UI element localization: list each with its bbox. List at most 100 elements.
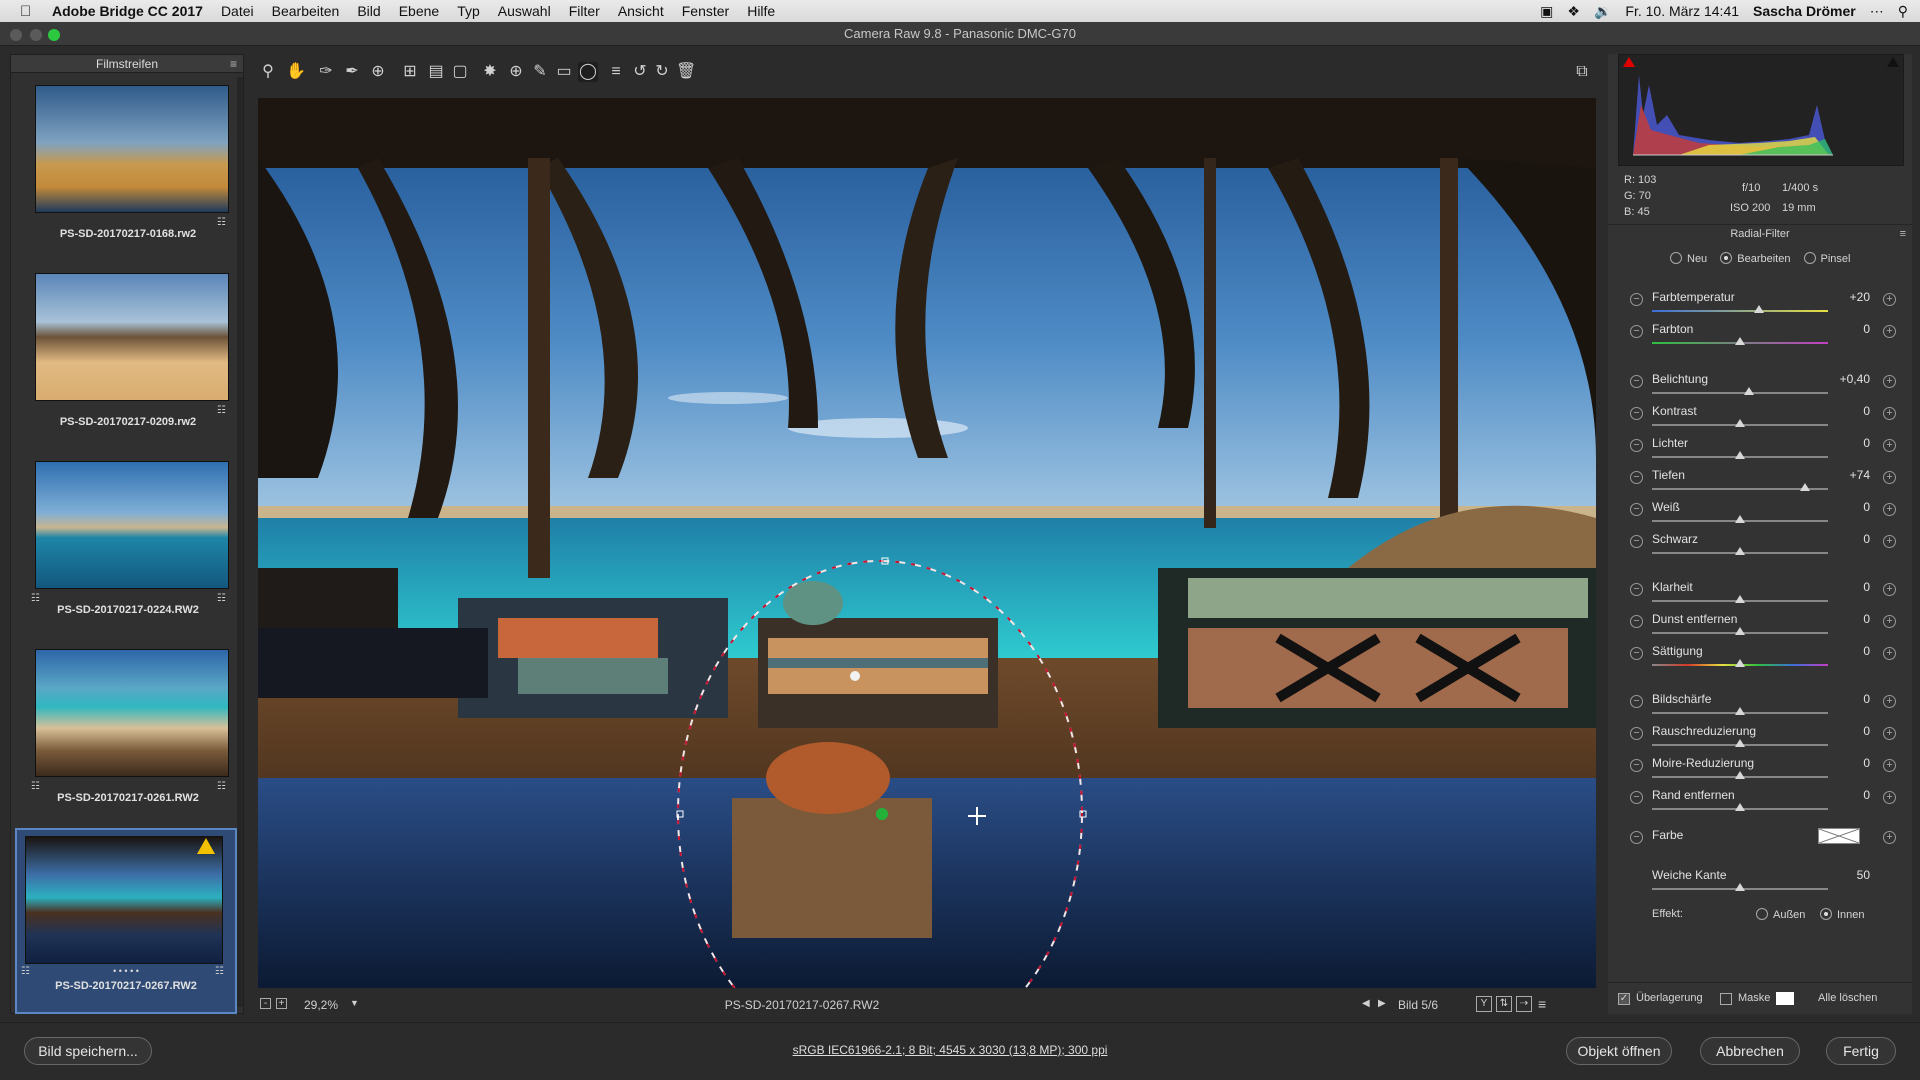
belichtung-value[interactable]: +0,40 bbox=[1830, 372, 1870, 386]
lichter-plus-button[interactable]: + bbox=[1883, 439, 1896, 452]
menu-ansicht[interactable]: Ansicht bbox=[618, 3, 664, 19]
farbtemperatur-minus-button[interactable]: − bbox=[1630, 293, 1643, 306]
dunst-entfernen-thumb[interactable] bbox=[1735, 627, 1745, 635]
mask-checkbox[interactable] bbox=[1720, 993, 1732, 1005]
rauschreduzierung-minus-button[interactable]: − bbox=[1630, 727, 1643, 740]
zoom-out-icon[interactable]: - bbox=[260, 998, 271, 1009]
before-after-icon[interactable]: Y bbox=[1476, 996, 1492, 1012]
more-icon[interactable]: ⋯ bbox=[1870, 3, 1884, 20]
clear-all-button[interactable]: Alle löschen bbox=[1818, 992, 1877, 1004]
graduated-filter-icon[interactable]: ▭ bbox=[554, 62, 574, 82]
klarheit-plus-button[interactable]: + bbox=[1883, 583, 1896, 596]
feather-thumb[interactable] bbox=[1735, 883, 1745, 891]
swap-settings-icon[interactable]: ⇅ bbox=[1496, 996, 1512, 1012]
tiefen-minus-button[interactable]: − bbox=[1630, 471, 1643, 484]
filmstrip-item[interactable]: ☷ ☷ PS-SD-20170217-0261.RW2 bbox=[15, 639, 235, 823]
rating-dots[interactable]: • • • • • bbox=[17, 966, 235, 976]
s-ttigung-minus-button[interactable]: − bbox=[1630, 647, 1643, 660]
klarheit-thumb[interactable] bbox=[1735, 595, 1745, 603]
radio-bearbeiten[interactable] bbox=[1720, 252, 1733, 264]
done-button[interactable]: Fertig bbox=[1826, 1037, 1896, 1065]
next-image-icon[interactable]: ▶ bbox=[1378, 998, 1386, 1009]
zoom-icon[interactable]: ⚲ bbox=[258, 62, 278, 82]
menu-hilfe[interactable]: Hilfe bbox=[747, 3, 775, 19]
menu-fenster[interactable]: Fenster bbox=[682, 3, 729, 19]
transform-icon[interactable]: ▢ bbox=[450, 62, 470, 82]
wei--value[interactable]: 0 bbox=[1830, 500, 1870, 514]
menu-typ[interactable]: Typ bbox=[457, 3, 480, 19]
rand-entfernen-minus-button[interactable]: − bbox=[1630, 791, 1643, 804]
filmstrip-item[interactable]: ☷ PS-SD-20170217-0168.rw2 bbox=[15, 75, 235, 259]
radial-filter-icon[interactable]: ◯ bbox=[578, 62, 598, 82]
kontrast-minus-button[interactable]: − bbox=[1630, 407, 1643, 420]
filmstrip-item[interactable]: ☷ PS-SD-20170217-0209.rw2 bbox=[15, 263, 235, 447]
rand-entfernen-value[interactable]: 0 bbox=[1830, 788, 1870, 802]
moire-reduzierung-thumb[interactable] bbox=[1735, 771, 1745, 779]
fullscreen-icon[interactable]: ⧉ bbox=[1572, 62, 1592, 82]
lichter-thumb[interactable] bbox=[1735, 451, 1745, 459]
farbton-thumb[interactable] bbox=[1735, 337, 1745, 345]
lichter-minus-button[interactable]: − bbox=[1630, 439, 1643, 452]
user-name[interactable]: Sascha Drömer bbox=[1753, 3, 1856, 19]
farbton-value[interactable]: 0 bbox=[1830, 322, 1870, 336]
belichtung-minus-button[interactable]: − bbox=[1630, 375, 1643, 388]
feather-value[interactable]: 50 bbox=[1830, 868, 1870, 882]
apple-icon[interactable]:  bbox=[20, 3, 42, 20]
bildsch-rfe-plus-button[interactable]: + bbox=[1883, 695, 1896, 708]
targeted-adjustment-icon[interactable]: ⊕ bbox=[368, 62, 388, 82]
filmstrip-scrollbar[interactable] bbox=[237, 77, 243, 1007]
kontrast-value[interactable]: 0 bbox=[1830, 404, 1870, 418]
belichtung-track[interactable] bbox=[1652, 392, 1828, 394]
rand-entfernen-plus-button[interactable]: + bbox=[1883, 791, 1896, 804]
effect-innen[interactable]: Innen bbox=[1820, 908, 1865, 921]
zoom-level[interactable]: 29,2% bbox=[304, 998, 338, 1012]
tiefen-value[interactable]: +74 bbox=[1830, 468, 1870, 482]
preferences-icon[interactable]: ≡ bbox=[606, 62, 626, 82]
rotate-right-icon[interactable]: ↻ bbox=[652, 62, 672, 82]
menu-datei[interactable]: Datei bbox=[221, 3, 254, 19]
moire-reduzierung-value[interactable]: 0 bbox=[1830, 756, 1870, 770]
image-preview[interactable] bbox=[258, 98, 1596, 988]
volume-icon[interactable]: 🔉 bbox=[1594, 3, 1611, 20]
bildsch-rfe-thumb[interactable] bbox=[1735, 707, 1745, 715]
color-sampler-icon[interactable]: ✒ bbox=[342, 62, 362, 82]
shadow-clipping-icon[interactable] bbox=[1623, 57, 1635, 67]
schwarz-minus-button[interactable]: − bbox=[1630, 535, 1643, 548]
mode-pinsel[interactable]: Pinsel bbox=[1803, 252, 1851, 265]
schwarz-thumb[interactable] bbox=[1735, 547, 1745, 555]
radio-neu[interactable] bbox=[1670, 252, 1682, 264]
menu-bearbeiten[interactable]: Bearbeiten bbox=[272, 3, 340, 19]
workflow-options-link[interactable]: sRGB IEC61966-2.1; 8 Bit; 4545 x 3030 (1… bbox=[620, 1043, 1280, 1057]
menu-filter[interactable]: Filter bbox=[569, 3, 600, 19]
white-balance-icon[interactable]: ✑ bbox=[316, 62, 336, 82]
lichter-value[interactable]: 0 bbox=[1830, 436, 1870, 450]
klarheit-value[interactable]: 0 bbox=[1830, 580, 1870, 594]
straighten-icon[interactable]: ▤ bbox=[426, 62, 446, 82]
copy-settings-icon[interactable]: ⇢ bbox=[1516, 996, 1532, 1012]
farbtemperatur-value[interactable]: +20 bbox=[1830, 290, 1870, 304]
radio-innen[interactable] bbox=[1820, 908, 1832, 920]
trash-icon[interactable]: 🗑 bbox=[676, 62, 696, 82]
mode-bearbeiten[interactable]: Bearbeiten bbox=[1720, 252, 1790, 265]
moire-reduzierung-minus-button[interactable]: − bbox=[1630, 759, 1643, 772]
schwarz-plus-button[interactable]: + bbox=[1883, 535, 1896, 548]
color-swatch[interactable] bbox=[1818, 828, 1860, 844]
radio-aussen[interactable] bbox=[1756, 908, 1768, 920]
toggle-settings-icon[interactable]: ≡ bbox=[1538, 996, 1546, 1012]
effect-aussen[interactable]: Außen bbox=[1756, 908, 1805, 921]
zoom-dropdown-icon[interactable]: ▼ bbox=[350, 998, 359, 1008]
crop-icon[interactable]: ⊞ bbox=[400, 62, 420, 82]
rauschreduzierung-plus-button[interactable]: + bbox=[1883, 727, 1896, 740]
thumbnail-image[interactable] bbox=[35, 649, 229, 777]
preview-photo[interactable] bbox=[258, 98, 1596, 988]
wei--plus-button[interactable]: + bbox=[1883, 503, 1896, 516]
menu-ebene[interactable]: Ebene bbox=[399, 3, 439, 19]
radio-pinsel[interactable] bbox=[1803, 252, 1816, 264]
menu-bild[interactable]: Bild bbox=[357, 3, 380, 19]
thumbnail-image[interactable] bbox=[35, 461, 229, 589]
mode-neu[interactable]: Neu bbox=[1670, 252, 1707, 265]
dropbox-icon[interactable]: ❖ bbox=[1567, 3, 1580, 20]
s-ttigung-thumb[interactable] bbox=[1735, 659, 1745, 667]
klarheit-minus-button[interactable]: − bbox=[1630, 583, 1643, 596]
s-ttigung-plus-button[interactable]: + bbox=[1883, 647, 1896, 660]
